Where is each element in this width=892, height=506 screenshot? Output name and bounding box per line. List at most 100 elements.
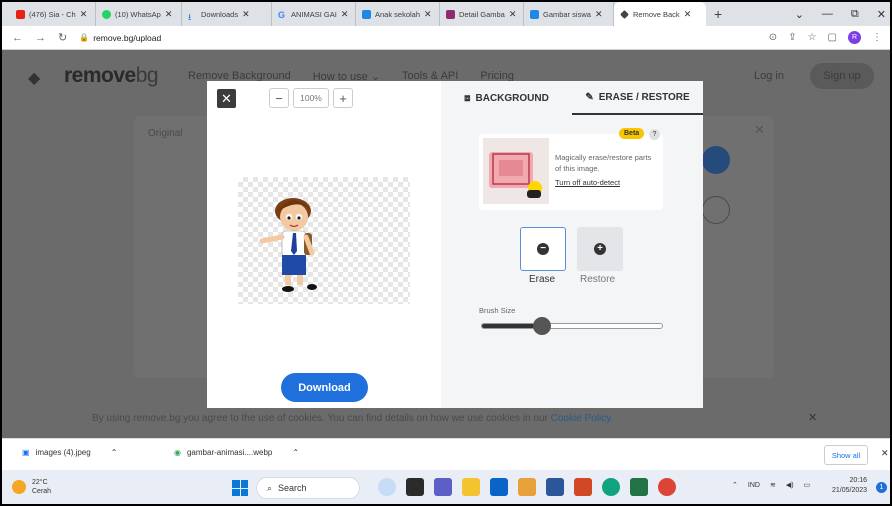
chevron-up-icon[interactable]: ⌃: [111, 448, 118, 457]
download-item[interactable]: ▣ images (4).jpeg ⌃: [22, 448, 117, 457]
weather-widget[interactable]: 22°C Cerah: [12, 478, 51, 496]
browser-tab[interactable]: Gambar siswa ✕: [524, 2, 614, 26]
signup-button[interactable]: Sign up: [810, 63, 874, 89]
removebg-logo-icon: ◆: [28, 70, 41, 87]
close-window-icon[interactable]: ✕: [877, 8, 886, 21]
clock[interactable]: 20:16 21/05/2023: [832, 476, 867, 496]
reload-icon[interactable]: ↻: [58, 31, 67, 44]
browser-tab[interactable]: (476) Sia - Ch ✕: [10, 2, 96, 26]
battery-icon[interactable]: ▭: [804, 481, 811, 489]
cookie-close-icon[interactable]: ✕: [808, 411, 817, 424]
tab-title: (10) WhatsAp: [115, 9, 161, 19]
file-icon: ▣: [22, 448, 30, 457]
logo-text: remove: [64, 64, 136, 87]
image-preview[interactable]: [238, 177, 410, 304]
windows-start-icon[interactable]: [232, 480, 248, 496]
zoom-out-button[interactable]: −: [269, 88, 289, 108]
turn-off-auto-detect-link[interactable]: Turn off auto-detect: [555, 178, 620, 187]
notification-icon[interactable]: 1: [876, 482, 887, 493]
browser-tab-active[interactable]: Remove Back ✕: [614, 2, 706, 26]
brush-icon: ✎: [585, 91, 594, 103]
slider-handle[interactable]: [533, 317, 551, 335]
erase-tool-button[interactable]: −: [520, 227, 566, 271]
chrome-file-icon: ◉: [174, 448, 181, 457]
edge-icon[interactable]: [602, 478, 620, 496]
powerpoint-icon[interactable]: [574, 478, 592, 496]
whatsapp-icon: [102, 9, 111, 19]
show-all-button[interactable]: Show all: [824, 445, 868, 465]
close-icon[interactable]: ✕: [754, 122, 765, 138]
modal-close-button[interactable]: ✕: [217, 89, 236, 108]
new-tab-icon[interactable]: +: [714, 6, 722, 22]
back-icon[interactable]: ←: [12, 32, 23, 44]
lock-icon[interactable]: 🔒: [79, 33, 89, 42]
browser-tab[interactable]: G ANIMASI GAI ✕: [272, 2, 356, 26]
mail-icon[interactable]: [490, 478, 508, 496]
browser-tab[interactable]: (10) WhatsAp ✕: [96, 2, 182, 26]
download-button[interactable]: Download: [281, 373, 368, 402]
app-icon[interactable]: [518, 478, 536, 496]
address-icons: ⊙ ⇪ ☆ ▢ R ⋮: [769, 31, 882, 44]
share-icon[interactable]: ⇪: [788, 32, 796, 43]
restore-tool-button[interactable]: +: [577, 227, 623, 271]
profile-avatar[interactable]: R: [848, 31, 861, 44]
minimize-icon[interactable]: —: [822, 8, 833, 20]
restore-icon[interactable]: ⧉: [851, 8, 859, 21]
forward-icon[interactable]: →: [35, 32, 46, 44]
tab-title: Anak sekolah: [375, 9, 421, 19]
zoom-in-button[interactable]: +: [333, 88, 353, 108]
login-link[interactable]: Log in: [754, 70, 784, 82]
file-explorer-icon[interactable]: [462, 478, 480, 496]
close-icon[interactable]: ✕: [80, 9, 88, 20]
help-icon[interactable]: ?: [649, 129, 660, 140]
menu-icon[interactable]: ⋮: [872, 32, 882, 43]
download-item[interactable]: ◉ gambar-animasi....webp ⌃: [174, 448, 299, 457]
url-field[interactable]: remove.bg/upload: [93, 33, 161, 43]
download-button-bg[interactable]: [702, 146, 730, 174]
layers-icon: ⧈: [464, 92, 471, 104]
google-lens-icon[interactable]: ⊙: [769, 32, 777, 43]
brush-size-slider[interactable]: [481, 317, 663, 335]
language-indicator[interactable]: IND: [748, 482, 760, 489]
browser-tab[interactable]: Detail Gamba ✕: [440, 2, 524, 26]
tip-text: Magically erase/restore parts of this im…: [555, 153, 652, 173]
browser-tab[interactable]: Anak sekolah ✕: [356, 2, 440, 26]
cookie-banner: By using remove.bg you agree to the use …: [92, 413, 613, 424]
zoom-level: 100%: [293, 88, 329, 108]
sidepanel-icon[interactable]: ▢: [828, 32, 837, 43]
close-icon[interactable]: ✕: [242, 9, 250, 20]
close-icon[interactable]: ✕: [595, 9, 603, 20]
close-icon[interactable]: ✕: [509, 9, 517, 20]
close-icon[interactable]: ✕: [424, 9, 432, 20]
close-icon[interactable]: ✕: [684, 9, 692, 20]
close-icon[interactable]: ✕: [881, 448, 889, 459]
task-view-icon[interactable]: [406, 478, 424, 496]
download-filename: gambar-animasi....webp: [186, 448, 273, 457]
word-icon[interactable]: [546, 478, 564, 496]
cookie-text: By using remove.bg you agree to the use …: [92, 413, 548, 424]
browser-tab[interactable]: ⭳ Downloads ✕: [182, 2, 272, 26]
chat-icon[interactable]: [434, 478, 452, 496]
cookie-policy-link[interactable]: Cookie Policy.: [551, 413, 614, 424]
original-tab[interactable]: Original: [148, 128, 182, 139]
chevron-down-icon[interactable]: ⌄: [795, 8, 804, 21]
chrome-icon[interactable]: [658, 478, 676, 496]
close-icon[interactable]: ✕: [341, 9, 349, 20]
tab-background[interactable]: ⧈ BACKGROUND: [441, 81, 572, 115]
volume-icon[interactable]: ◀): [786, 481, 794, 489]
zoom-controls: − 100% +: [269, 88, 353, 108]
wifi-icon[interactable]: ≋: [770, 481, 776, 489]
edit-panel: ⧈ BACKGROUND ✎ ERASE / RESTORE Beta ? Magi…: [441, 81, 703, 408]
chevron-up-icon[interactable]: ⌃: [292, 448, 299, 457]
star-icon[interactable]: ☆: [808, 32, 817, 43]
taskbar-search[interactable]: ⌕ Search: [256, 477, 360, 499]
excel-icon[interactable]: [630, 478, 648, 496]
dell-icon[interactable]: [378, 478, 396, 496]
download-hd-button-bg[interactable]: [702, 196, 730, 224]
date: 21/05/2023: [832, 487, 868, 494]
tab-erase-restore[interactable]: ✎ ERASE / RESTORE: [572, 81, 703, 115]
close-icon[interactable]: ✕: [165, 9, 173, 20]
chevron-up-icon[interactable]: ⌃: [732, 481, 738, 489]
system-tray: ⌃ IND ≋ ◀) ▭: [732, 481, 811, 490]
site-logo[interactable]: removebg: [64, 64, 159, 88]
